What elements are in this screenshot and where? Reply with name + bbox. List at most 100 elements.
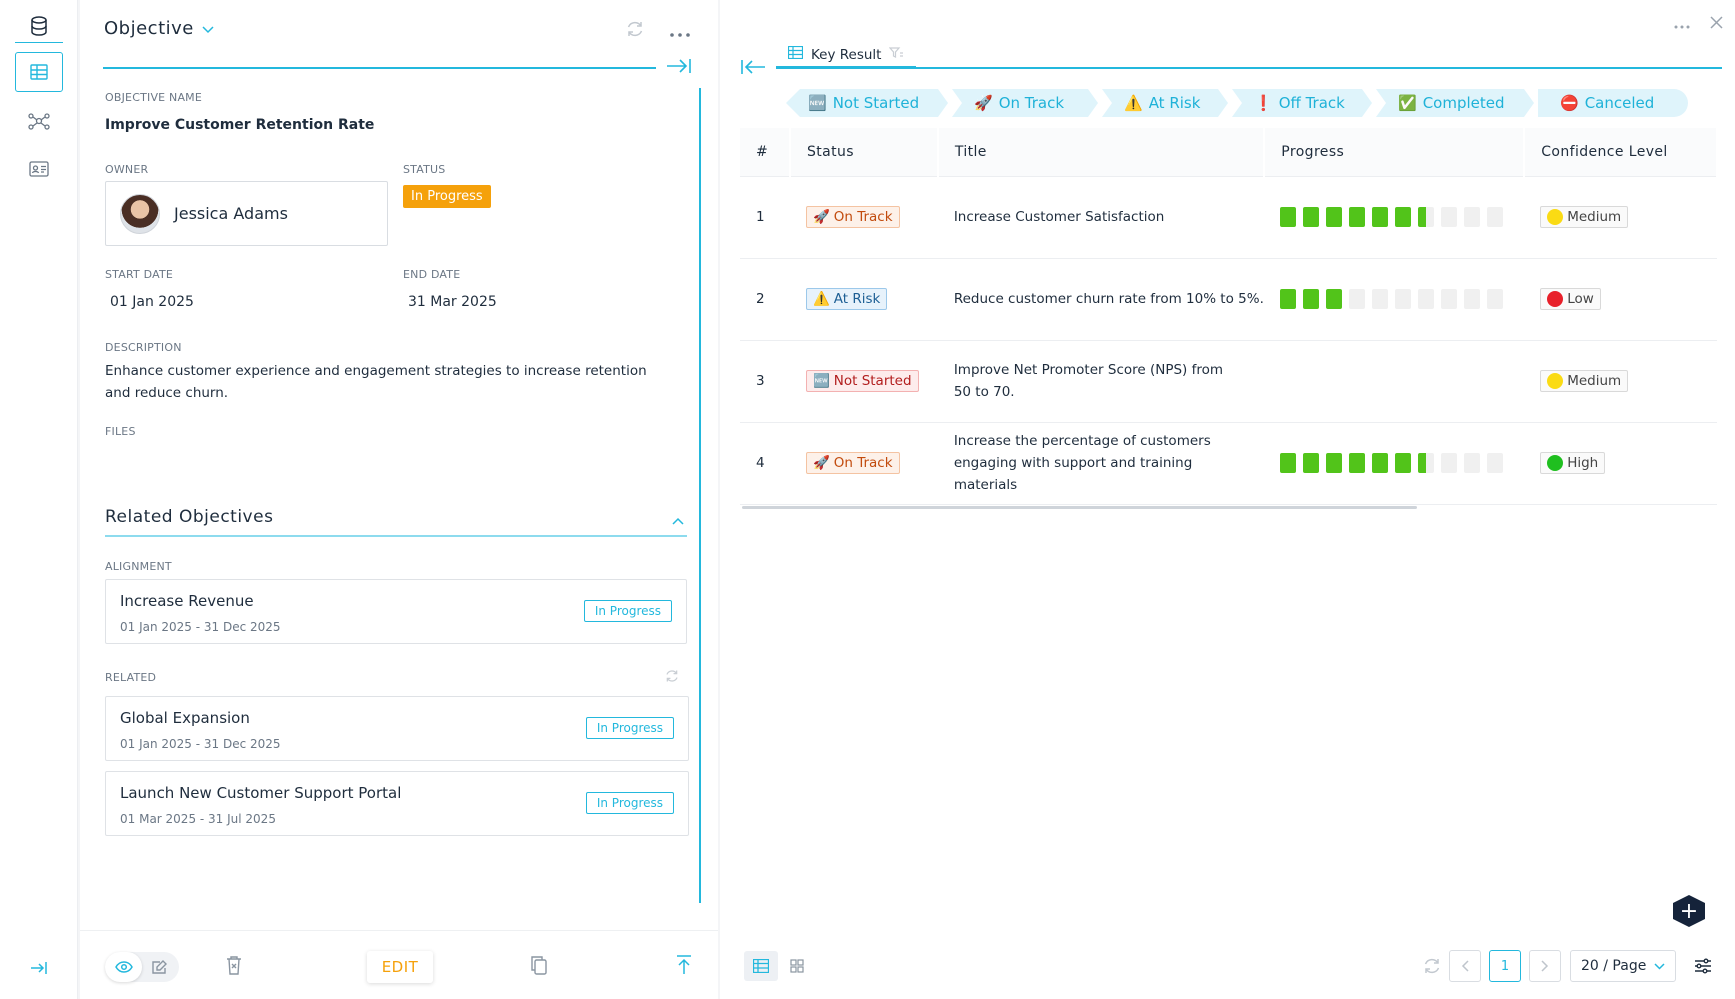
card-title: Global Expansion: [120, 709, 250, 727]
column-header-progress[interactable]: Progress: [1264, 128, 1526, 177]
filter-off-track[interactable]: ❗ Off Track: [1232, 89, 1372, 117]
collapse-to-left-icon[interactable]: [740, 59, 766, 79]
status-badge[interactable]: In Progress: [403, 185, 491, 208]
status-badge[interactable]: 🆕 Not Started: [805, 370, 919, 392]
files-label: FILES: [105, 425, 136, 438]
rail-active-underline: [15, 42, 63, 43]
grid-view-button[interactable]: [780, 951, 814, 981]
confidence-badge[interactable]: Medium: [1540, 369, 1629, 392]
confidence-badge[interactable]: Low: [1540, 287, 1601, 310]
table-row[interactable]: 2 ⚠️ At Risk Reduce customer churn rate …: [740, 258, 1717, 341]
edit-mode-icon[interactable]: [142, 952, 179, 982]
filter-not-started[interactable]: 🆕 Not Started: [786, 89, 948, 117]
column-header-number[interactable]: #: [740, 128, 791, 177]
contact-card-icon[interactable]: [15, 149, 63, 189]
new-icon: 🆕: [808, 94, 827, 112]
add-key-result-button[interactable]: +: [1673, 895, 1705, 927]
filter-canceled[interactable]: ⛔ Canceled: [1538, 89, 1688, 117]
confidence-badge[interactable]: High: [1540, 451, 1606, 474]
table-row[interactable]: 1 🚀 On Track Increase Customer Satisfact…: [740, 176, 1717, 259]
filter-completed[interactable]: ✅ Completed: [1376, 89, 1534, 117]
close-icon[interactable]: [1710, 14, 1723, 33]
collapse-to-right-icon[interactable]: [666, 58, 692, 78]
progress-segment: [1395, 453, 1412, 473]
settings-sliders-icon[interactable]: [1686, 951, 1720, 981]
owner-field[interactable]: Jessica Adams: [105, 181, 388, 246]
row-title[interactable]: Increase Customer Satisfaction: [937, 176, 1265, 259]
status-text: On Track: [833, 455, 893, 471]
copy-icon[interactable]: [530, 955, 548, 979]
confidence-text: Medium: [1567, 208, 1622, 225]
refresh-icon[interactable]: [626, 20, 644, 42]
horizontal-scrollbar[interactable]: [742, 506, 1417, 509]
view-edit-toggle[interactable]: [105, 952, 179, 982]
chevron-up-icon[interactable]: [672, 510, 684, 529]
status-text: At Risk: [833, 291, 881, 307]
filter-label: Completed: [1422, 94, 1505, 112]
page-number-button[interactable]: 1: [1489, 950, 1521, 982]
progress-bar: [1280, 289, 1524, 309]
owner-name: Jessica Adams: [174, 204, 288, 223]
delete-icon[interactable]: [226, 955, 242, 979]
confidence-badge[interactable]: Medium: [1540, 205, 1629, 228]
end-date-label: END DATE: [403, 268, 461, 281]
alignment-card[interactable]: Increase Revenue 01 Jan 2025 - 31 Dec 20…: [105, 579, 687, 644]
status-badge[interactable]: 🚀 On Track: [805, 452, 900, 474]
card-status-badge: In Progress: [585, 792, 674, 814]
rocket-icon: 🚀: [812, 455, 830, 471]
filter-on-track[interactable]: 🚀 On Track: [952, 89, 1098, 117]
next-page-button[interactable]: [1529, 950, 1561, 982]
confidence-dot-icon: [1547, 372, 1564, 389]
row-title[interactable]: Increase the percentage of customers eng…: [937, 422, 1265, 505]
related-card[interactable]: Global Expansion 01 Jan 2025 - 31 Dec 20…: [105, 696, 689, 761]
table-view-icon[interactable]: [15, 52, 63, 92]
column-header-title[interactable]: Title: [937, 128, 1266, 177]
objective-panel-title: Objective: [104, 18, 194, 39]
row-title[interactable]: Improve Net Promoter Score (NPS) from 50…: [937, 340, 1265, 423]
card-dates: 01 Jan 2025 - 31 Dec 2025: [120, 737, 281, 751]
more-options-icon[interactable]: [1674, 14, 1690, 33]
progress-segment: [1441, 289, 1458, 309]
row-number: 2: [740, 258, 790, 341]
vertical-scrollbar[interactable]: [699, 88, 701, 903]
status-cell: ⚠️ At Risk: [789, 258, 938, 341]
column-header-status[interactable]: Status: [789, 128, 939, 177]
row-title[interactable]: Reduce customer churn rate from 10% to 5…: [937, 258, 1265, 341]
progress-segment: [1280, 289, 1297, 309]
progress-cell: [1264, 176, 1525, 259]
progress-segment: [1395, 207, 1412, 227]
page-size-select[interactable]: 20 / Page: [1570, 950, 1676, 982]
network-icon[interactable]: [15, 101, 63, 141]
expand-sidebar-icon[interactable]: [15, 948, 63, 988]
progress-segment: [1280, 453, 1297, 473]
related-refresh-icon[interactable]: [665, 668, 679, 687]
more-options-icon[interactable]: [670, 22, 690, 41]
rocket-icon: 🚀: [812, 209, 830, 225]
scroll-to-top-icon[interactable]: [676, 955, 692, 979]
active-tab-indicator: [776, 66, 916, 69]
table-row[interactable]: 4 🚀 On Track Increase the percentage of …: [740, 422, 1717, 505]
status-badge[interactable]: ⚠️ At Risk: [805, 288, 888, 310]
filter-label: On Track: [998, 94, 1065, 112]
tab-key-result[interactable]: Key Result: [787, 45, 904, 63]
edit-button[interactable]: EDIT: [367, 951, 433, 983]
filter-at-risk[interactable]: ⚠️ At Risk: [1102, 89, 1228, 117]
database-icon[interactable]: [15, 6, 63, 46]
table-row[interactable]: 3 🆕 Not Started Improve Net Promoter Sco…: [740, 340, 1717, 423]
progress-segment: [1418, 453, 1435, 473]
view-mode-icon[interactable]: [105, 952, 142, 982]
progress-cell: [1264, 422, 1525, 505]
filter-icon[interactable]: [889, 46, 904, 63]
related-card[interactable]: Launch New Customer Support Portal 01 Ma…: [105, 771, 689, 836]
prev-page-button[interactable]: [1449, 950, 1481, 982]
confidence-cell: High: [1524, 422, 1717, 505]
row-number: 3: [740, 340, 790, 423]
refresh-icon[interactable]: [1415, 951, 1449, 981]
filter-label: Off Track: [1278, 94, 1345, 112]
column-header-confidence[interactable]: Confidence Level: [1524, 128, 1718, 177]
table-view-button[interactable]: [744, 951, 778, 981]
progress-segment: [1326, 289, 1343, 309]
progress-segment: [1372, 289, 1389, 309]
objective-selector[interactable]: Objective: [104, 18, 214, 39]
status-badge[interactable]: 🚀 On Track: [805, 206, 900, 228]
